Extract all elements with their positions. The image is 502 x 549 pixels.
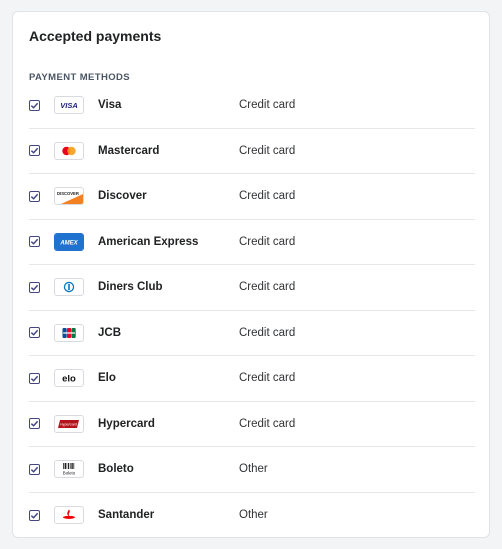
payment-method-row-hypercard: Hypercard Hypercard Credit card [29, 402, 475, 447]
payment-method-name: Hypercard [98, 417, 155, 430]
payment-method-row-jcb: JCB Credit card [29, 311, 475, 356]
hypercard-logo-icon: Hypercard [54, 414, 84, 433]
checkbox-jcb[interactable] [29, 327, 40, 339]
checkbox-mastercard[interactable] [29, 145, 40, 157]
payment-method-type: Credit card [239, 281, 296, 294]
checkbox-discover[interactable] [29, 190, 40, 202]
checkbox-boleto[interactable] [29, 463, 40, 475]
payment-method-row-discover: DISCOVER Discover Credit card [29, 174, 475, 220]
payment-methods-list: VISA Visa Credit card Mastercard Credit … [29, 83, 475, 538]
payment-method-row-mastercard: Mastercard Credit card [29, 129, 475, 174]
amex-logo-text: AMEX [59, 240, 78, 246]
payment-method-type: Credit card [239, 372, 296, 385]
payment-method-type: Credit card [239, 99, 296, 112]
payment-method-row-visa: VISA Visa Credit card [29, 83, 475, 129]
payment-method-name: Elo [98, 372, 116, 385]
boleto-logo-text: Boleto [63, 471, 76, 476]
jcb-logo-icon [54, 323, 84, 342]
checkbox-hypercard[interactable] [29, 418, 40, 430]
payment-method-type: Other [239, 463, 268, 476]
visa-logo-text: VISA [60, 101, 78, 110]
payment-method-type: Other [239, 509, 268, 522]
payment-method-name: Mastercard [98, 144, 160, 157]
payment-method-row-diners-club: Diners Club Credit card [29, 265, 475, 311]
card-title: Accepted payments [29, 28, 162, 44]
elo-logo-text: elo [62, 374, 76, 385]
payment-method-row-elo: elo Elo Credit card [29, 356, 475, 402]
payment-method-name: JCB [98, 326, 122, 339]
checkbox-santander[interactable] [29, 509, 40, 521]
payment-method-name: Visa [98, 99, 122, 112]
payment-method-row-santander: Santander Other [29, 493, 475, 539]
visa-logo-icon: VISA [54, 96, 84, 115]
elo-logo-icon: elo [54, 369, 84, 388]
payment-method-name: Santander [98, 509, 155, 522]
accepted-payments-card: Accepted payments PAYMENT METHODS VISA V… [12, 11, 490, 538]
checkbox-diners-club[interactable] [29, 281, 40, 293]
payment-method-row-boleto: Boleto Boleto Other [29, 447, 475, 493]
payment-method-type: Credit card [239, 144, 296, 157]
payment-method-type: Credit card [239, 235, 296, 248]
payment-method-name: American Express [98, 235, 199, 248]
payment-method-row-american-express: AMEX American Express Credit card [29, 220, 475, 265]
diners-club-logo-icon [54, 278, 84, 297]
checkbox-visa[interactable] [29, 99, 40, 111]
santander-logo-icon [54, 506, 84, 525]
payment-method-type: Credit card [239, 417, 296, 430]
section-label-payment-methods: PAYMENT METHODS [29, 72, 131, 83]
discover-logo-icon: DISCOVER [54, 187, 84, 206]
hypercard-logo-text: Hypercard [60, 422, 78, 426]
payment-method-type: Credit card [239, 326, 296, 339]
mastercard-logo-icon [54, 141, 84, 160]
payment-method-name: Boleto [98, 463, 134, 476]
checkbox-american-express[interactable] [29, 236, 40, 248]
discover-logo-text: DISCOVER [57, 191, 79, 196]
payment-method-type: Credit card [239, 190, 296, 203]
boleto-logo-icon: Boleto [54, 460, 84, 479]
amex-logo-icon: AMEX [54, 232, 84, 251]
payment-method-name: Diners Club [98, 281, 163, 294]
checkbox-elo[interactable] [29, 372, 40, 384]
payment-method-name: Discover [98, 190, 147, 203]
